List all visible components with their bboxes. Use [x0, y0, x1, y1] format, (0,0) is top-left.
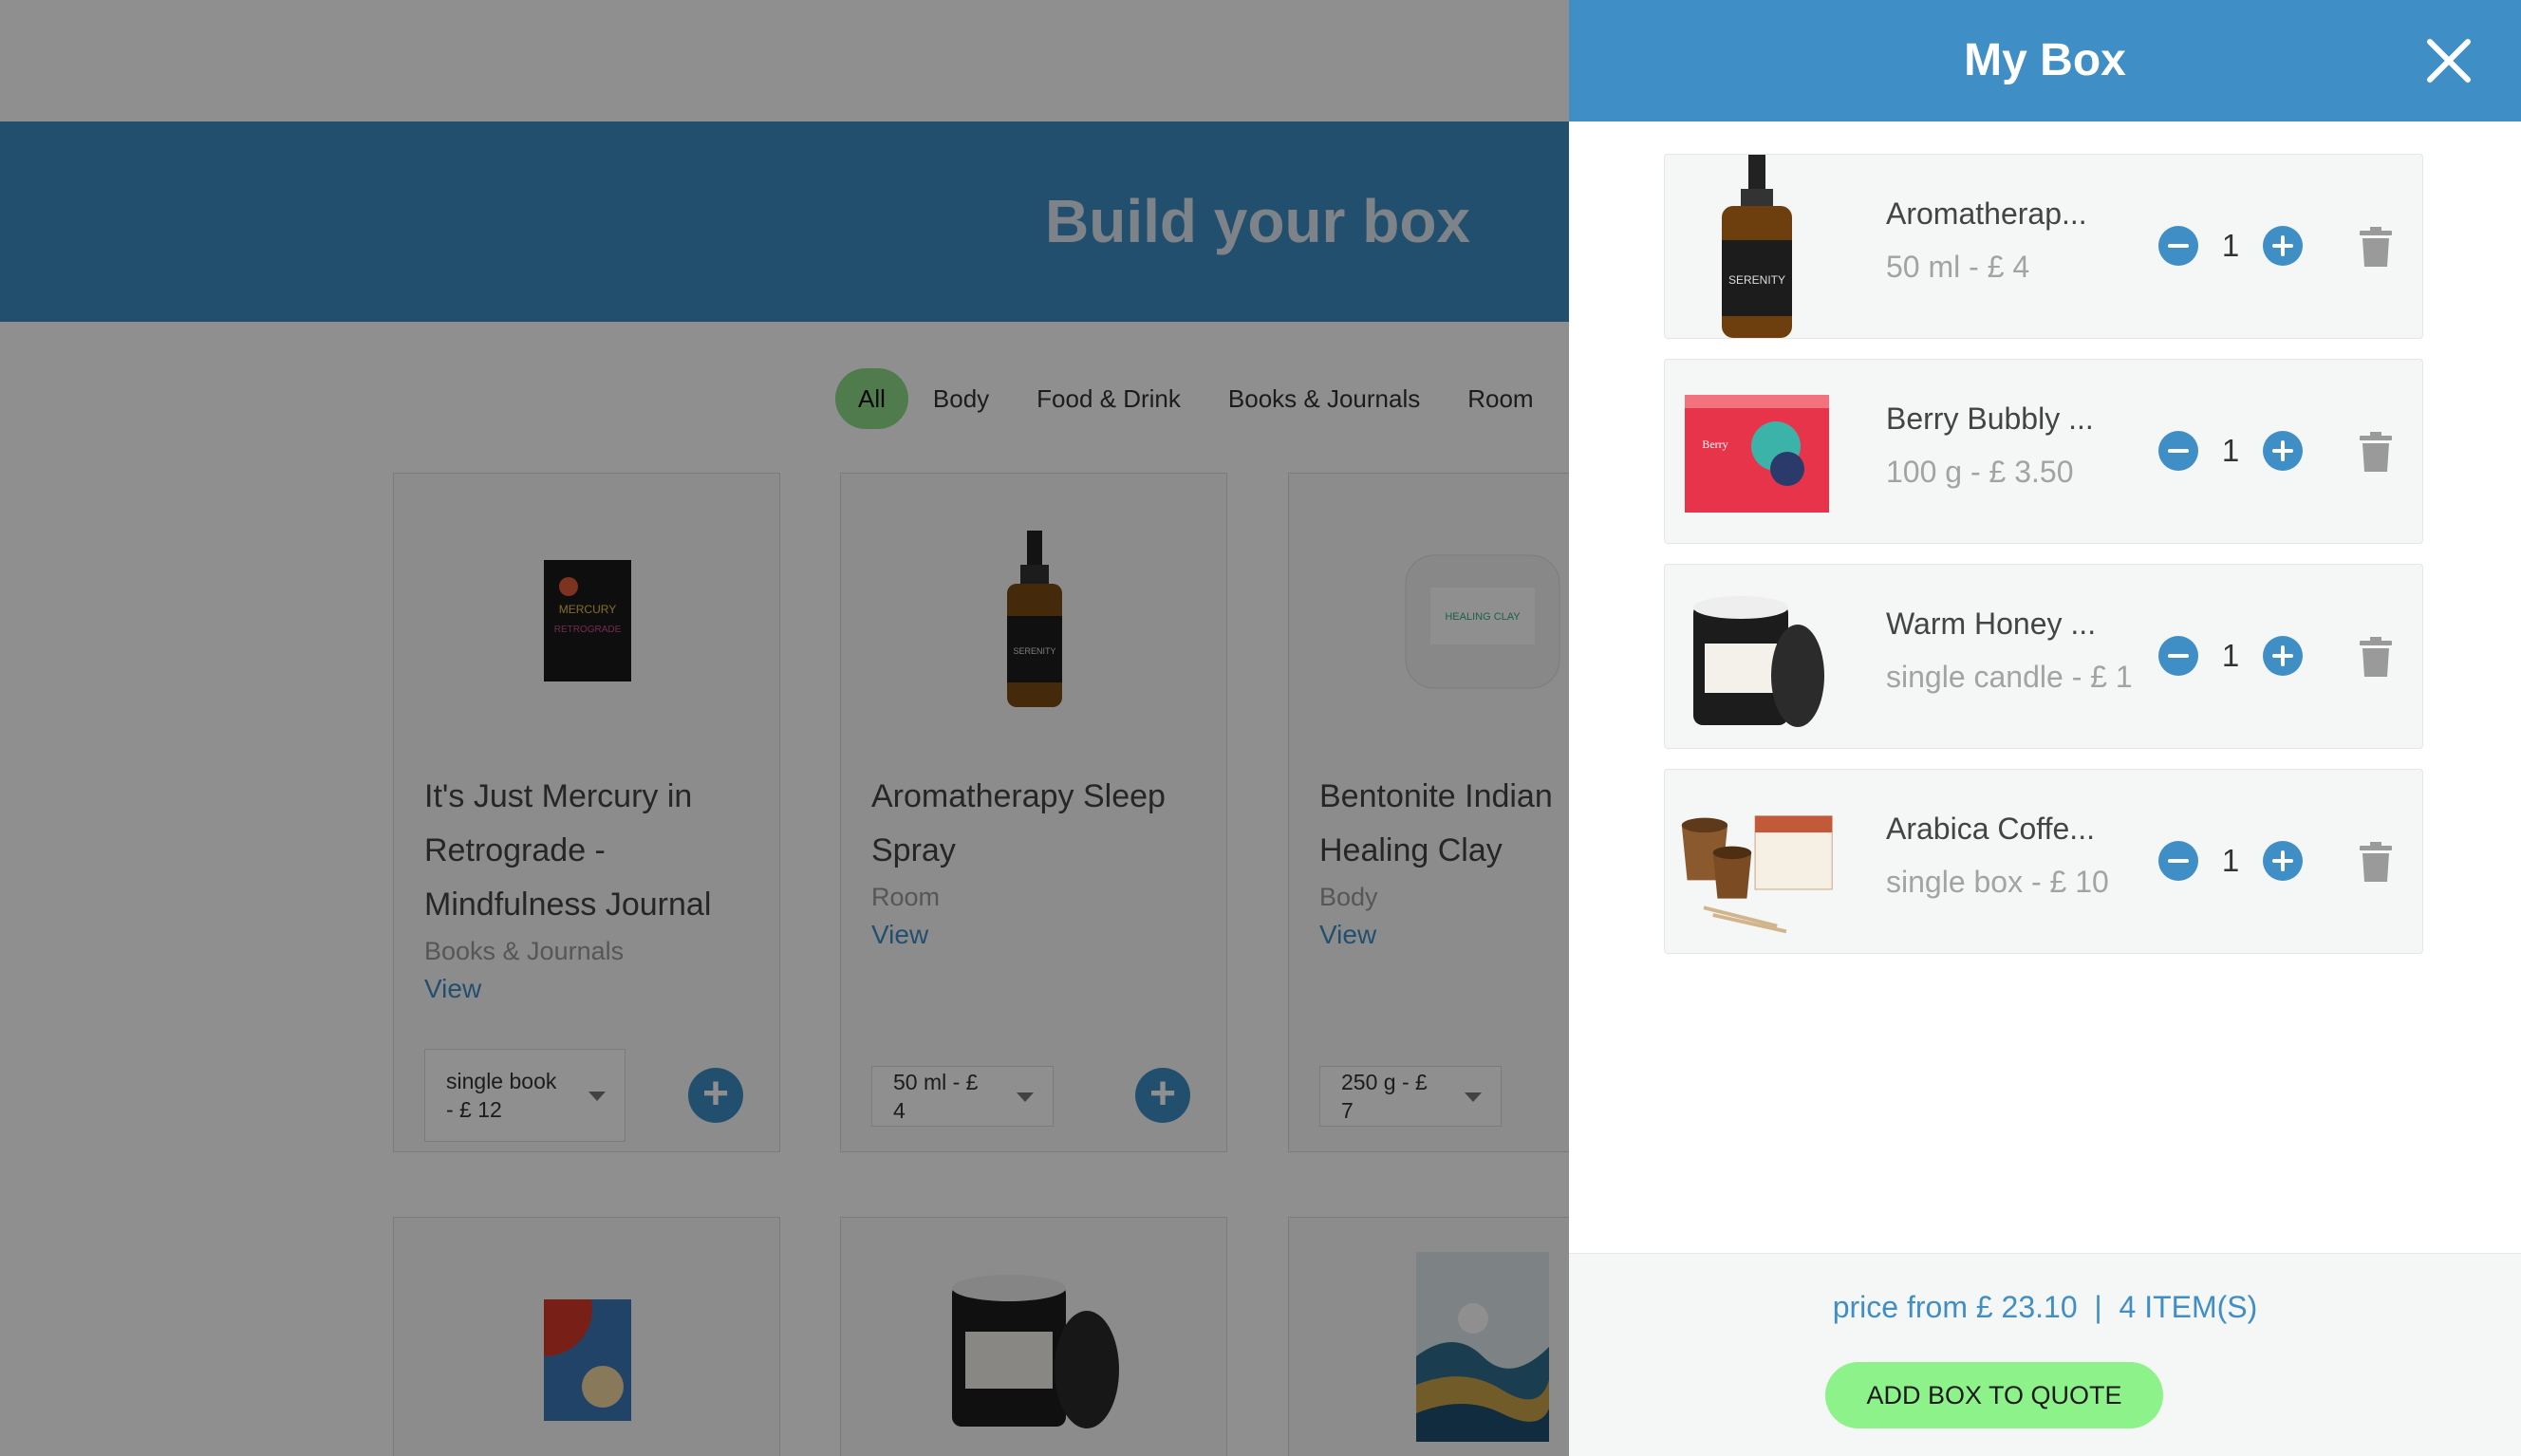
minus-circle-icon[interactable]: [2158, 841, 2198, 881]
box-item: SERENITY Aromatherap... 50 ml - £ 4 1: [1664, 154, 2423, 339]
quantity-stepper: 1: [2158, 636, 2348, 678]
minus-circle-icon[interactable]: [2158, 636, 2198, 676]
spray-bottle-thumbnail: SERENITY: [1722, 155, 1792, 338]
item-name: Arabica Coffe...: [1886, 812, 2095, 846]
item-name: Aromatherap...: [1886, 196, 2087, 231]
item-variant: single candle - £ 1: [1886, 660, 2133, 694]
svg-text:SERENITY: SERENITY: [1728, 273, 1785, 287]
item-variant: single box - £ 10: [1886, 865, 2109, 899]
quantity-stepper: 1: [2158, 841, 2348, 883]
my-box-drawer: My Box SERENITY Aromatherap... 50 ml - £…: [1569, 0, 2521, 1456]
plus-circle-icon[interactable]: [2263, 841, 2303, 881]
add-box-to-quote-button[interactable]: ADD BOX TO QUOTE: [1825, 1362, 2163, 1428]
minus-circle-icon[interactable]: [2158, 431, 2198, 471]
box-item: Warm Honey ... single candle - £ 1 1: [1664, 564, 2423, 749]
trash-icon[interactable]: [2360, 842, 2392, 882]
item-variant: 100 g - £ 3.50: [1886, 455, 2074, 489]
quantity-stepper: 1: [2158, 431, 2348, 473]
plus-circle-icon[interactable]: [2263, 226, 2303, 266]
drawer-header: My Box: [1569, 0, 2521, 121]
item-variant: 50 ml - £ 4: [1886, 250, 2030, 284]
item-thumbnail: Berry: [1676, 360, 1838, 543]
trash-icon[interactable]: [2360, 432, 2392, 472]
item-name: Berry Bubbly ...: [1886, 401, 2094, 436]
quantity-value: 1: [2221, 228, 2240, 263]
box-item: Arabica Coffe... single box - £ 10 1: [1664, 769, 2423, 954]
minus-circle-icon[interactable]: [2158, 226, 2198, 266]
quantity-value: 1: [2221, 638, 2240, 673]
quantity-stepper: 1: [2158, 226, 2348, 268]
plus-circle-icon[interactable]: [2263, 431, 2303, 471]
box-summary: price from £ 23.10 | 4 ITEM(S): [1832, 1290, 2258, 1324]
candle-thumbnail: [1693, 595, 1824, 727]
quantity-value: 1: [2221, 433, 2240, 468]
drawer-footer: price from £ 23.10 | 4 ITEM(S) ADD BOX T…: [1569, 1253, 2521, 1456]
bath-bomb-box-thumbnail: Berry: [1685, 394, 1829, 513]
coffee-kit-thumbnail: [1681, 814, 1833, 933]
item-thumbnail: [1676, 565, 1838, 748]
trash-icon[interactable]: [2360, 637, 2392, 677]
item-thumbnail: [1676, 770, 1838, 953]
item-name: Warm Honey ...: [1886, 607, 2097, 641]
item-thumbnail: SERENITY: [1676, 155, 1838, 338]
trash-icon[interactable]: [2360, 227, 2392, 267]
drawer-title: My Box: [1964, 35, 2126, 85]
box-item: Berry Berry Bubbly ... 100 g - £ 3.50 1: [1664, 359, 2423, 544]
close-icon[interactable]: [2424, 36, 2474, 85]
plus-circle-icon[interactable]: [2263, 636, 2303, 676]
quantity-value: 1: [2221, 843, 2240, 878]
svg-text:Berry: Berry: [1702, 438, 1727, 451]
